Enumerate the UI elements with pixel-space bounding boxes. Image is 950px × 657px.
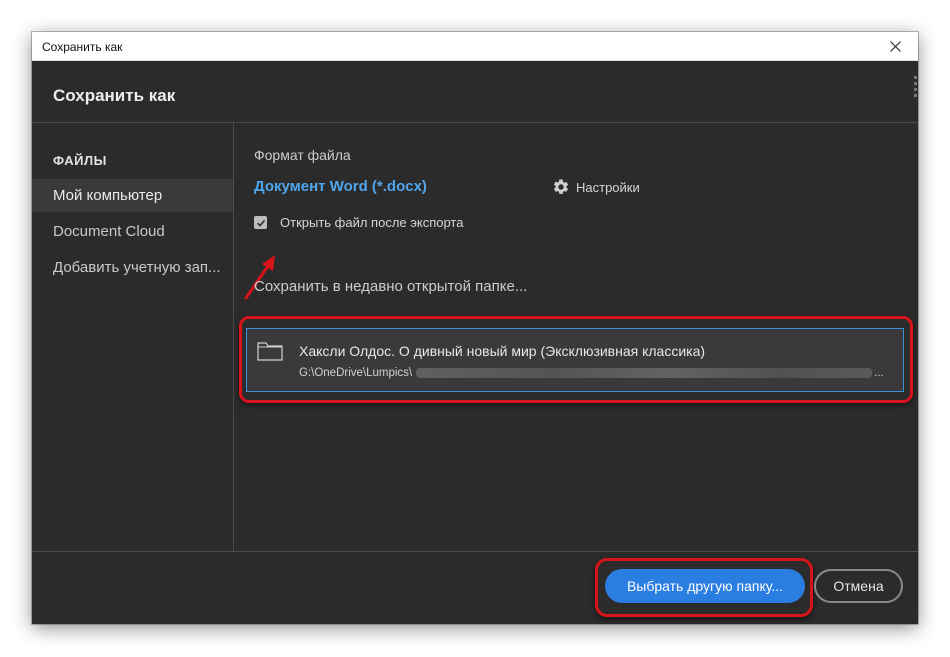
recent-folder-item[interactable]: Хаксли Олдос. О дивный новый мир (Эксклю… xyxy=(246,328,904,392)
close-icon xyxy=(889,41,901,52)
title-bar: Сохранить как xyxy=(32,32,918,61)
recent-folder-path: G:\OneDrive\Lumpics\ ... xyxy=(299,367,884,379)
recent-folder-name: Хаксли Олдос. О дивный новый мир (Эксклю… xyxy=(299,343,706,359)
file-format-link[interactable]: Документ Word (*.docx) xyxy=(254,178,427,195)
settings-button[interactable]: Настройки xyxy=(552,178,640,196)
window-title: Сохранить как xyxy=(42,40,123,54)
divider-top xyxy=(32,122,918,123)
open-after-export-label: Открыть файл после экспорта xyxy=(280,215,464,230)
divider-vertical xyxy=(233,123,234,551)
recent-folder-label: Сохранить в недавно открытой папке... xyxy=(254,278,528,295)
open-after-export-checkbox[interactable] xyxy=(254,216,267,229)
sidebar-item-my-computer[interactable]: Мой компьютер xyxy=(32,179,233,212)
save-as-dialog-window: Сохранить как Сохранить как ФАЙЛЫ Мой ко… xyxy=(32,32,918,624)
gear-icon xyxy=(553,179,569,194)
blurred-path-segment xyxy=(416,368,873,378)
open-after-export-row: Открыть файл после экспорта xyxy=(254,215,463,230)
dialog-title: Сохранить как xyxy=(53,86,176,105)
choose-other-folder-button[interactable]: Выбрать другую папку... xyxy=(605,569,805,603)
recent-folder-path-text: G:\OneDrive\Lumpics\ xyxy=(299,367,413,379)
sidebar-header: ФАЙЛЫ xyxy=(53,153,107,168)
divider-bottom xyxy=(32,551,918,552)
recent-folder-path-ellipsis: ... xyxy=(874,367,884,379)
settings-label: Настройки xyxy=(576,179,640,195)
file-format-label: Формат файла xyxy=(254,147,351,163)
cancel-button[interactable]: Отмена xyxy=(814,569,903,603)
folder-icon xyxy=(257,341,283,366)
sidebar-item-add-account[interactable]: Добавить учетную зап... xyxy=(32,251,233,284)
sidebar-item-document-cloud[interactable]: Document Cloud xyxy=(32,215,233,248)
scroll-indicator xyxy=(914,76,918,102)
close-button[interactable] xyxy=(872,32,918,61)
checkmark-icon xyxy=(256,219,265,227)
